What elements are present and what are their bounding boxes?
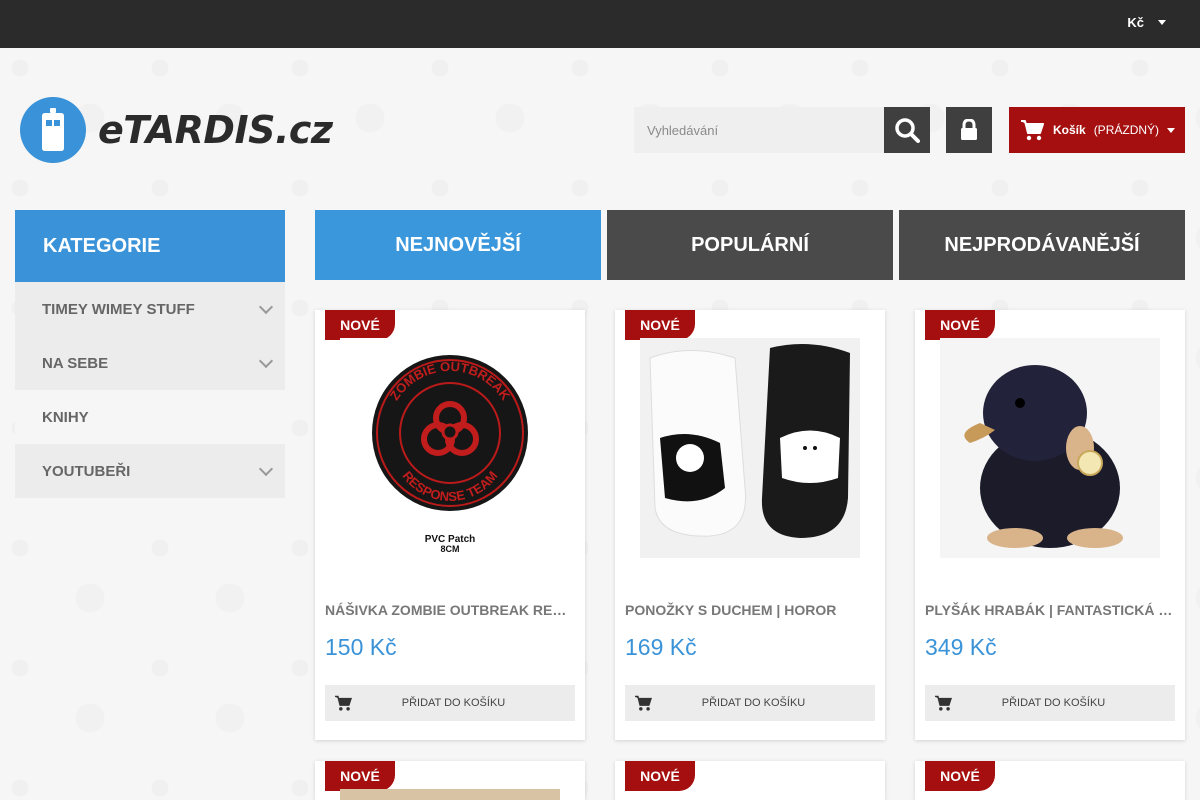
- sidebar-title: KATEGORIE: [15, 210, 285, 282]
- search-icon: [895, 118, 920, 143]
- logo-text: eTARDIS.cz: [98, 108, 333, 152]
- tab-newest[interactable]: NEJNOVĚJŠÍ: [315, 210, 601, 280]
- sidebar-item-na-sebe[interactable]: NA SEBE: [15, 336, 285, 390]
- login-button[interactable]: [946, 107, 992, 153]
- search-button[interactable]: [884, 107, 930, 153]
- tardis-logo-icon: [20, 97, 86, 163]
- currency-label: Kč: [1127, 15, 1144, 30]
- search-input[interactable]: [634, 107, 884, 153]
- chevron-down-icon[interactable]: [258, 461, 274, 477]
- lock-icon: [961, 119, 977, 140]
- tab-bestselling[interactable]: NEJPRODÁVANĚJŠÍ: [899, 210, 1185, 280]
- sidebar-item-label: KNIHY: [42, 408, 89, 426]
- add-to-cart-button[interactable]: PŘIDAT DO KOŠÍKU: [925, 685, 1175, 721]
- add-to-cart-button[interactable]: PŘIDAT DO KOŠÍKU: [325, 685, 575, 721]
- cart-icon: [635, 695, 652, 711]
- product-name[interactable]: PLYŠÁK HRABÁK | FANTASTICKÁ ZVÍŘATA: [925, 602, 1175, 618]
- new-badge: NOVÉ: [625, 761, 695, 791]
- patch-caption-line: 8CM: [440, 544, 459, 554]
- product-card[interactable]: NOVÉ PLYŠÁK HRABÁK | FANTASTICKÁ ZVÍŘATA…: [915, 310, 1185, 740]
- sidebar-item-timey-wimey-stuff[interactable]: TIMEY WIMEY STUFF: [15, 282, 285, 336]
- product-image[interactable]: [940, 338, 1160, 558]
- add-to-cart-label: PŘIDAT DO KOŠÍKU: [1001, 697, 1106, 709]
- product-card[interactable]: NOVÉ: [615, 761, 885, 800]
- sidebar-item-youtubeři[interactable]: YOUTUBEŘI: [15, 444, 285, 498]
- product-image[interactable]: [640, 338, 860, 558]
- sidebar-item-label: NA SEBE: [42, 354, 109, 372]
- sidebar-item-label: YOUTUBEŘI: [42, 462, 131, 480]
- product-name[interactable]: NÁŠIVKA ZOMBIE OUTBREAK RESPONSE TEAM: [325, 602, 575, 618]
- caret-down-icon: [1158, 20, 1166, 25]
- caret-down-icon: [1167, 127, 1176, 133]
- add-to-cart-label: PŘIDAT DO KOŠÍKU: [701, 697, 806, 709]
- cart-icon: [335, 695, 352, 711]
- new-badge: NOVÉ: [925, 761, 995, 791]
- sidebar-item-label: TIMEY WIMEY STUFF: [42, 300, 195, 318]
- header: eTARDIS.cz Košík (PRÁZDNÝ): [0, 48, 1200, 210]
- sidebar-item-knihy[interactable]: KNIHY: [15, 390, 285, 444]
- product-price: 150 Kč: [325, 634, 397, 660]
- product-image[interactable]: ZOMBIE OUTBREAK RESPONSE TEAM PVC Patch …: [340, 338, 560, 558]
- chevron-down-icon[interactable]: [258, 299, 274, 315]
- new-badge: NOVÉ: [325, 761, 395, 791]
- cart-button[interactable]: Košík (PRÁZDNÝ): [1009, 107, 1185, 153]
- product-image[interactable]: [340, 789, 560, 800]
- cart-label: Košík: [1053, 123, 1086, 137]
- currency-selector[interactable]: Kč: [1127, 15, 1166, 30]
- add-to-cart-label: PŘIDAT DO KOŠÍKU: [401, 697, 506, 709]
- new-badge: NOVÉ: [925, 310, 995, 340]
- cart-icon: [935, 695, 952, 711]
- new-badge: NOVÉ: [325, 310, 395, 340]
- top-bar: Kč: [0, 0, 1200, 48]
- product-card[interactable]: NOVÉ PONOŽKY S DUCHEM | HOROR 169 Kč PŘI…: [615, 310, 885, 740]
- cart-icon: [1021, 120, 1044, 141]
- new-badge: NOVÉ: [625, 310, 695, 340]
- chevron-down-icon[interactable]: [258, 353, 274, 369]
- product-price: 169 Kč: [625, 634, 697, 660]
- cart-status: (PRÁZDNÝ): [1093, 123, 1160, 137]
- category-sidebar: KATEGORIE TIMEY WIMEY STUFF NA SEBE KNIH…: [15, 210, 285, 498]
- tab-popular[interactable]: POPULÁRNÍ: [607, 210, 893, 280]
- product-name[interactable]: PONOŽKY S DUCHEM | HOROR: [625, 602, 875, 618]
- product-card[interactable]: NOVÉ: [315, 761, 585, 800]
- product-card[interactable]: NOVÉ ZOMBIE OUTBREAK RESPONSE TEAM PVC P…: [315, 310, 585, 740]
- product-price: 349 Kč: [925, 634, 997, 660]
- logo[interactable]: eTARDIS.cz: [20, 97, 333, 163]
- product-card[interactable]: NOVÉ: [915, 761, 1185, 800]
- add-to-cart-button[interactable]: PŘIDAT DO KOŠÍKU: [625, 685, 875, 721]
